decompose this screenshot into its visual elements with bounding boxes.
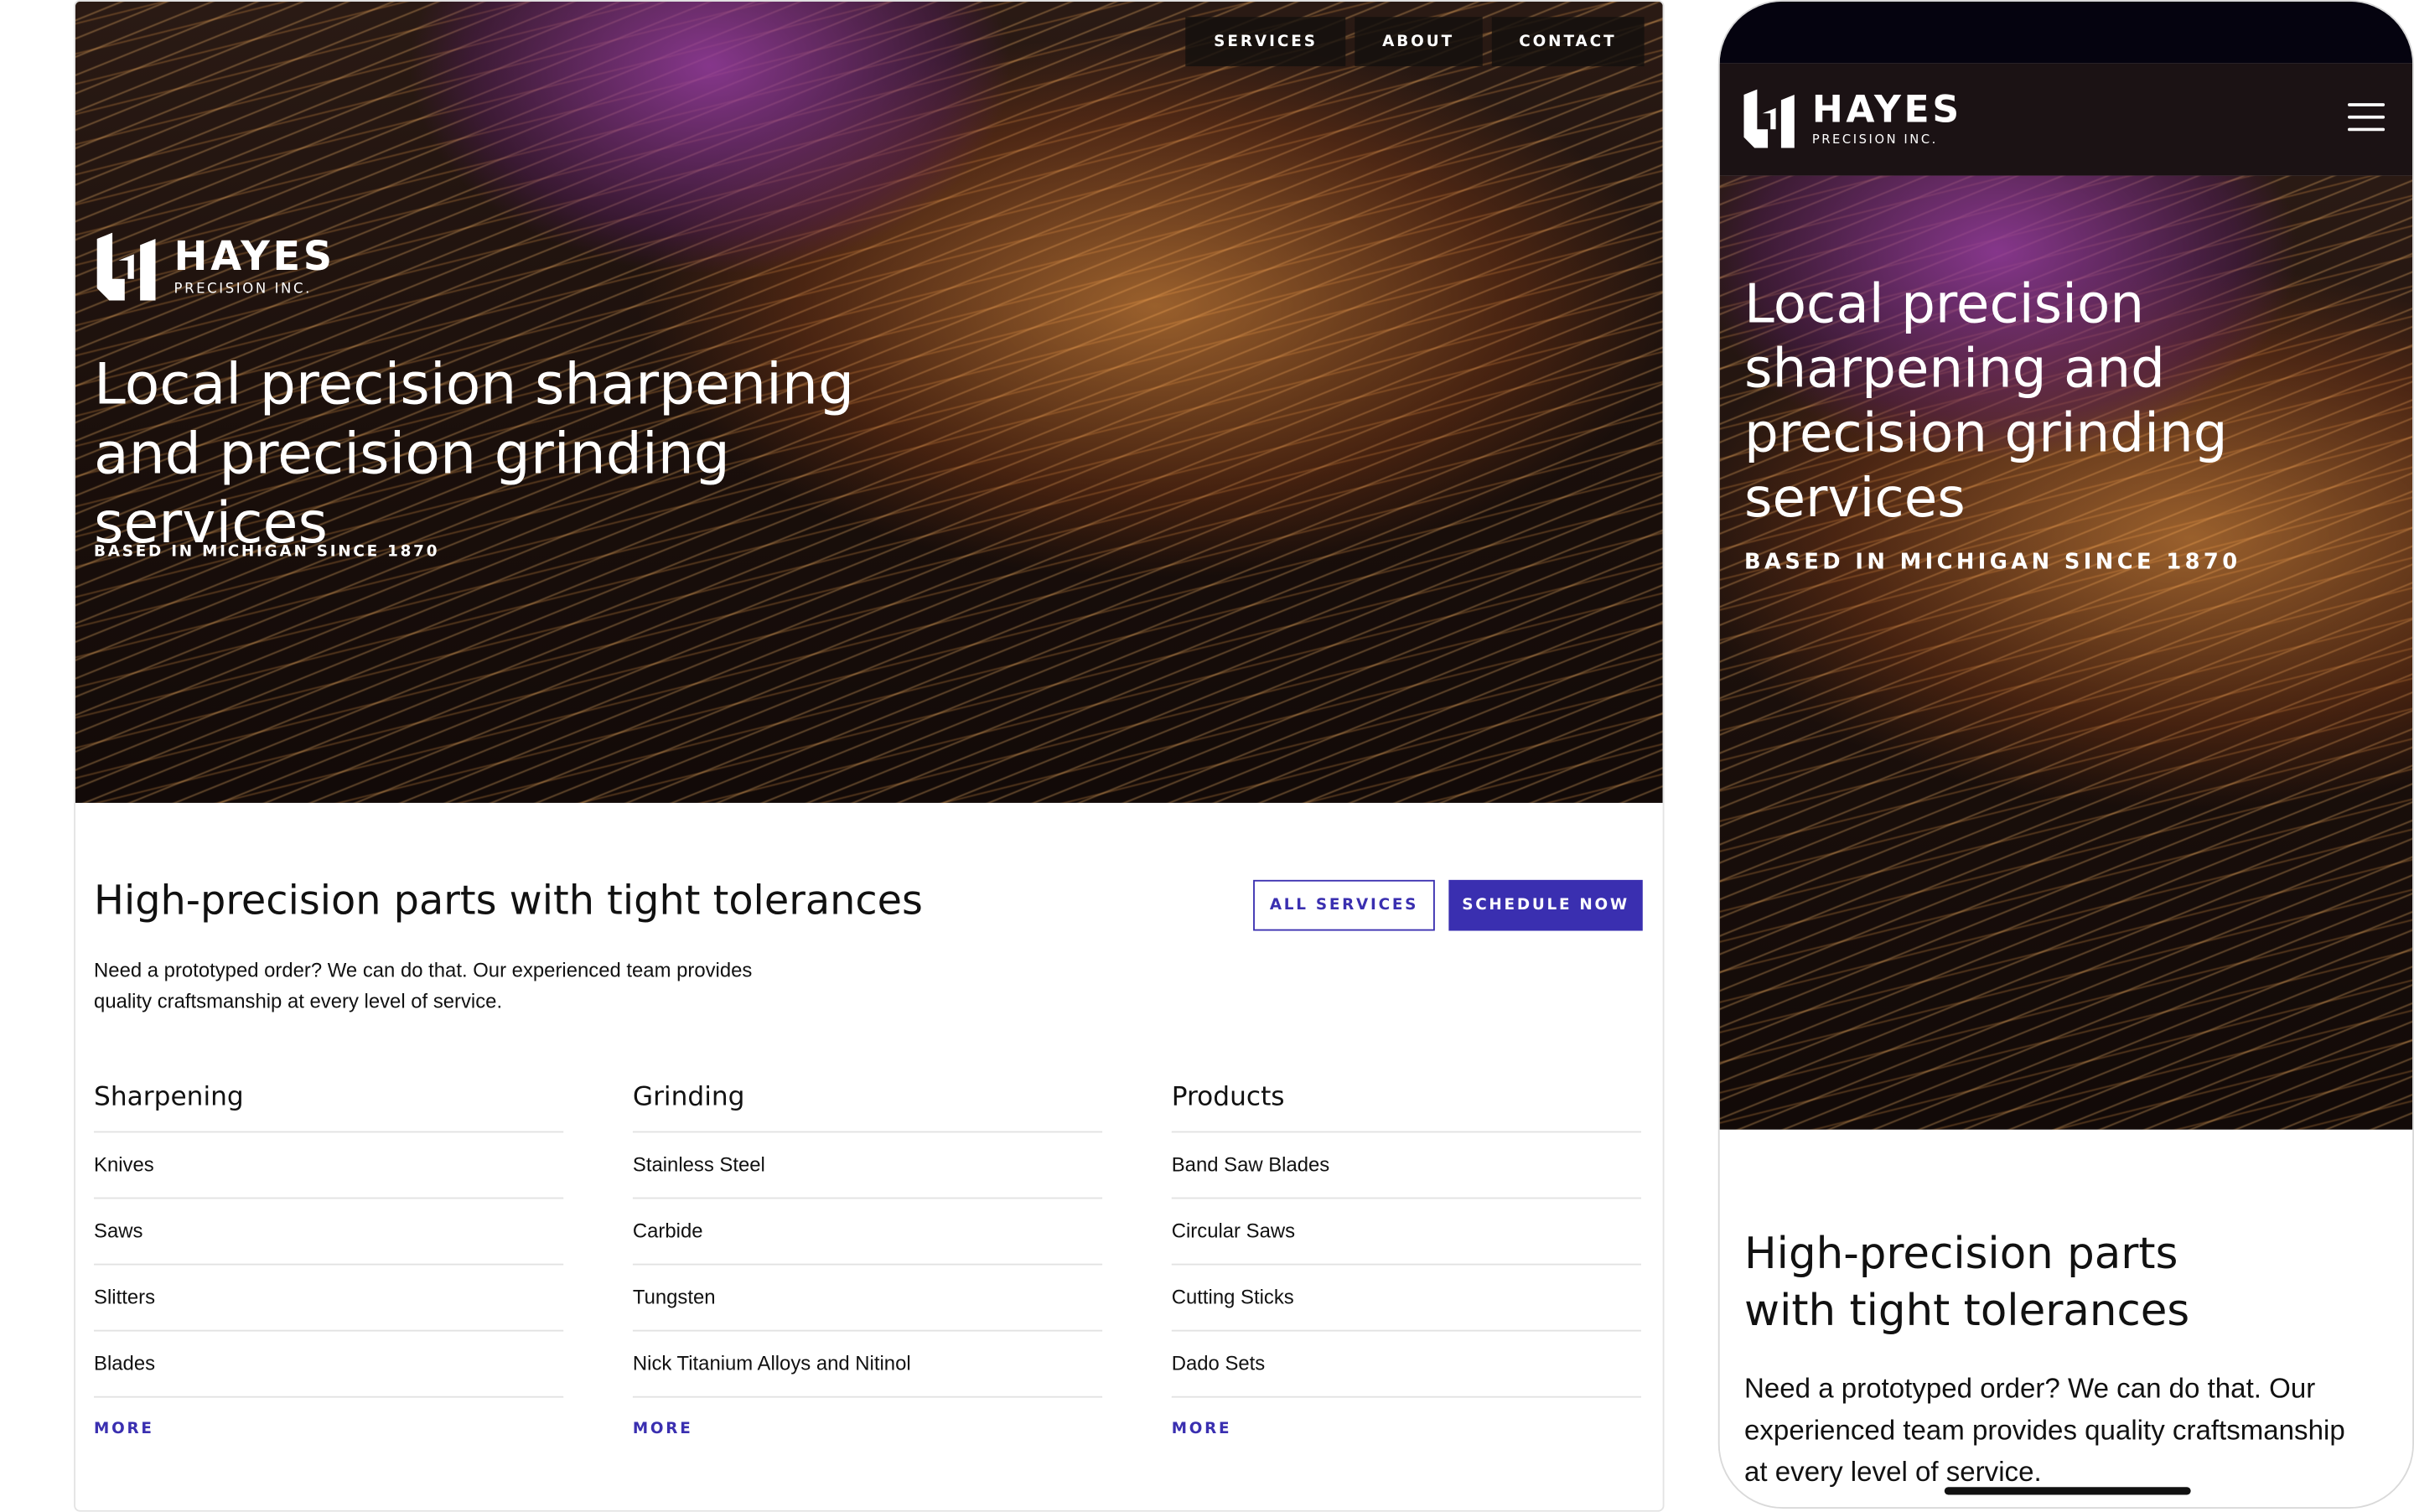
column-title: Grinding (632, 1075, 1103, 1133)
service-column-sharpening: Sharpening Knives Saws Slitters Blades M… (94, 1075, 564, 1437)
brand-sub: PRECISION INC. (1811, 132, 1938, 147)
hero-tagline: BASED IN MICHIGAN SINCE 1870 (94, 544, 440, 562)
brand-logo[interactable]: HAYES PRECISION INC. (1741, 88, 1961, 150)
list-item[interactable]: Blades (94, 1332, 564, 1398)
schedule-now-button[interactable]: SCHEDULE NOW (1448, 879, 1643, 931)
all-services-button[interactable]: ALL SERVICES (1253, 879, 1435, 931)
section-intro: Need a prototyped order? We can do that.… (94, 958, 753, 1012)
more-link[interactable]: MORE (633, 1421, 1102, 1437)
column-title: Sharpening (94, 1075, 564, 1133)
hamburger-menu-icon[interactable] (2348, 103, 2386, 132)
list-item[interactable]: Saws (94, 1199, 564, 1266)
nav-services[interactable]: SERVICES (1186, 17, 1345, 67)
service-column-grinding: Grinding Stainless Steel Carbide Tungste… (632, 1075, 1103, 1437)
section-heading: High-precision parts with tight toleranc… (1744, 1228, 2190, 1337)
brand-logo[interactable]: HAYES PRECISION INC. (94, 232, 335, 301)
list-item[interactable]: Nick Titanium Alloys and Nitinol (632, 1332, 1103, 1398)
list-item[interactable]: Stainless Steel (632, 1132, 1103, 1199)
brand-sub: PRECISION INC. (174, 281, 312, 297)
list-item[interactable]: Slitters (94, 1265, 564, 1332)
mobile-mockup: HAYES PRECISION INC. Local precision sha… (1717, 0, 2414, 1509)
hero-headline: Local precision sharpening and precision… (94, 351, 855, 557)
desktop-mockup: SERVICES ABOUT CONTACT HAYES PRECISION I… (74, 0, 1665, 1512)
section-intro: Need a prototyped order? We can do that.… (1744, 1373, 2345, 1488)
nav-contact[interactable]: CONTACT (1491, 17, 1645, 67)
column-title: Products (1171, 1075, 1641, 1133)
more-link[interactable]: MORE (1172, 1421, 1641, 1437)
list-item[interactable]: Dado Sets (1171, 1332, 1641, 1398)
hayes-logo-icon (94, 232, 162, 301)
brand-name: HAYES (1811, 87, 1962, 132)
list-item[interactable]: Tungsten (632, 1265, 1103, 1332)
more-link[interactable]: MORE (94, 1421, 563, 1437)
list-item[interactable]: Band Saw Blades (1171, 1132, 1641, 1199)
mobile-header: HAYES PRECISION INC. (1719, 63, 2413, 176)
nav-about[interactable]: ABOUT (1355, 17, 1483, 67)
hayes-logo-icon (1741, 88, 1800, 150)
top-nav: SERVICES ABOUT CONTACT (1186, 17, 1645, 67)
home-indicator (1944, 1487, 2191, 1495)
service-column-products: Products Band Saw Blades Circular Saws C… (1171, 1075, 1641, 1437)
list-item[interactable]: Cutting Sticks (1171, 1265, 1641, 1332)
list-item[interactable]: Carbide (632, 1199, 1103, 1266)
brand-name: HAYES (174, 233, 335, 280)
section-heading: High-precision parts with tight toleranc… (94, 878, 923, 925)
list-item[interactable]: Circular Saws (1171, 1199, 1641, 1266)
hero-tagline: BASED IN MICHIGAN SINCE 1870 (1744, 550, 2241, 575)
hero-headline: Local precision sharpening and precision… (1744, 274, 2228, 531)
list-item[interactable]: Knives (94, 1132, 564, 1199)
status-bar (1719, 1, 2413, 64)
